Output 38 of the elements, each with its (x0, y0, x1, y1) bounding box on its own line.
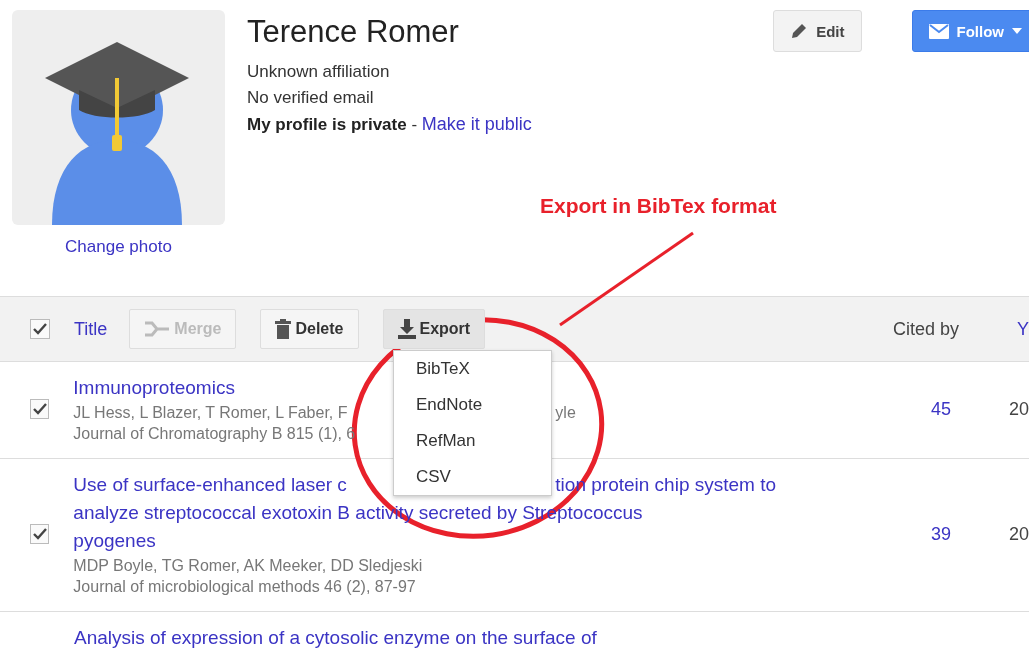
checkbox[interactable] (30, 399, 50, 419)
source-text: Journal of microbiological methods 46 (2), 87-97 (73, 577, 416, 597)
affiliation-text: Unknown affiliation (247, 62, 391, 82)
export-button[interactable]: Export (382, 309, 486, 349)
download-icon (397, 319, 416, 339)
annotation-text: Export in BibTex format (540, 194, 777, 218)
authors-text: JL Hess, L Blazer, T Romer, L Faber, F (73, 403, 349, 423)
menu-item[interactable]: BibTeX (394, 351, 551, 387)
cited-by-link[interactable]: 39 (823, 523, 951, 545)
article-title-link[interactable]: Analysis of expression of a cytosolic enzyme on the surface of (74, 624, 597, 652)
email-text: No verified email (247, 88, 375, 108)
column-header[interactable]: Y (1017, 318, 1029, 340)
article-title-link[interactable]: Immunoproteomics (73, 374, 235, 402)
year-text: 20 (1009, 523, 1029, 545)
privacy-text: My profile is private - Make it public (247, 114, 533, 135)
menu-item[interactable]: RefMan (394, 423, 551, 459)
merge-icon (144, 321, 171, 337)
make-public-link[interactable]: Make it public (421, 114, 532, 134)
checkbox[interactable] (30, 319, 50, 339)
checkbox[interactable] (30, 524, 50, 544)
article-title-link[interactable]: Use of surface-enhanced laser c (73, 471, 393, 499)
year-text: 20 (1009, 398, 1029, 420)
edit-button[interactable]: Edit (773, 10, 862, 52)
menu-item[interactable]: CSV (394, 459, 551, 495)
change-photo-link[interactable]: Change photo (65, 237, 172, 257)
article-title-link[interactable]: pyogenes (73, 527, 156, 555)
trash-icon (275, 319, 292, 339)
title-column-header[interactable]: Title (74, 318, 108, 340)
pencil-icon (790, 22, 809, 40)
delete-button[interactable]: Delete (260, 309, 359, 349)
cited-by-column-header: Cited by (891, 318, 959, 340)
authors-text: yle (555, 403, 576, 423)
menu-item[interactable]: EndNote (394, 387, 551, 423)
authors-text: MDP Boyle, TG Romer, AK Meeker, DD Sledjeski (73, 556, 423, 576)
caret-icon (1012, 28, 1022, 34)
cited-by-link[interactable]: 45 (823, 398, 951, 420)
profile-name: Terence Romer (247, 14, 460, 50)
mail-icon (928, 23, 949, 39)
